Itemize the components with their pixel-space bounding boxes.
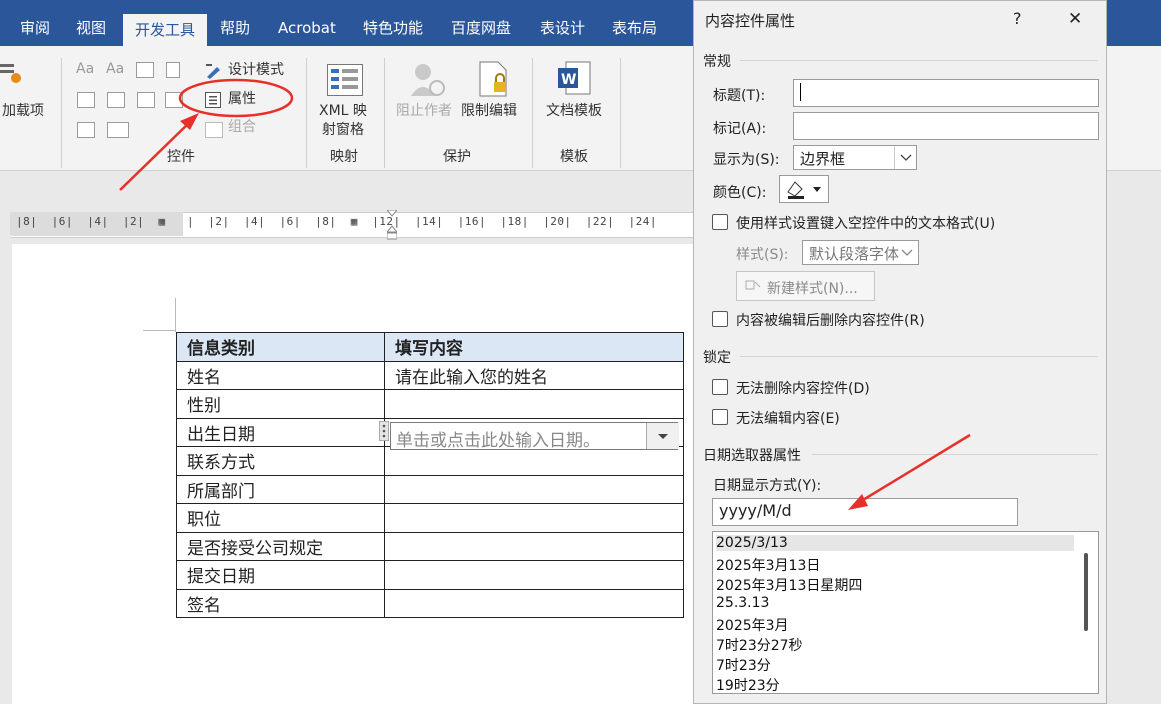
arrow-to-properties: [119, 119, 193, 191]
arrow-to-date-format: [857, 433, 971, 505]
arrow-head: [848, 494, 868, 510]
highlight-ellipse: [178, 78, 294, 118]
annotation-overlay: [119, 78, 971, 510]
